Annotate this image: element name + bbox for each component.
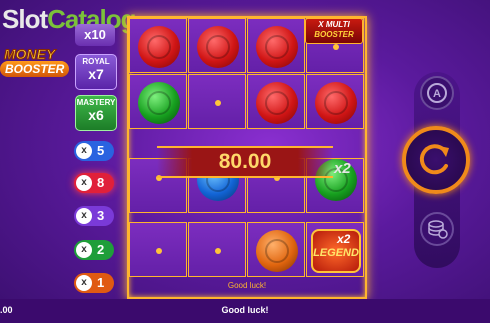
empty-dot: [215, 248, 221, 254]
multiplier-chip-x2: x 2: [74, 240, 114, 260]
svg-text:A: A: [433, 88, 441, 100]
legend-badge: x2 LEGEND: [311, 229, 361, 273]
orange-ball-symbol: [256, 230, 298, 272]
legend-mult: x2: [337, 232, 351, 246]
chip-x-icon: x: [76, 175, 92, 191]
logo-line1: MONEY: [3, 46, 56, 63]
mastery-value: x6: [88, 107, 104, 123]
win-multiplier: x2: [334, 160, 351, 177]
grid-message: Good luck!: [227, 281, 267, 290]
spin-button[interactable]: [402, 126, 470, 194]
empty-dot: [156, 248, 162, 254]
win-amount: 80.00: [218, 150, 272, 173]
win-amount-banner: 80.00: [157, 146, 333, 178]
red-ball-symbol: [197, 26, 239, 68]
grid-cell: [188, 222, 246, 277]
autoplay-icon: A: [427, 83, 447, 103]
status-message: Good luck!: [221, 305, 269, 315]
grid-cell: [129, 74, 187, 129]
red-ball-symbol: [315, 82, 357, 124]
chip-x-icon: x: [76, 242, 92, 258]
mastery-multiplier-plate: MASTERY x6: [75, 95, 117, 131]
green-ball-symbol: [138, 82, 180, 124]
grid-cell: x2 LEGEND: [306, 222, 364, 277]
grid-cell: [188, 74, 246, 129]
spin-icon: [419, 144, 449, 175]
coins-stack-icon: [428, 220, 448, 239]
red-ball-symbol: [256, 82, 298, 124]
multiplier-chip-x3: x 3: [74, 206, 114, 226]
game-logo: MONEY BOOSTER: [0, 44, 70, 90]
grid-cell: [129, 18, 187, 73]
empty-dot: [215, 100, 221, 106]
watermark: SlotCatalog: [2, 4, 136, 35]
multiplier-chip-x8: x 8: [74, 173, 114, 193]
royal-value: x7: [88, 66, 104, 82]
grid-cell: [247, 222, 305, 277]
booster-line2: BOOSTER: [314, 30, 354, 39]
multiplier-chip-x1: x 1: [74, 273, 114, 293]
empty-dot: [333, 44, 339, 50]
top-multiplier-value: x10: [84, 27, 106, 42]
booster-line1: X MULTI: [318, 20, 350, 29]
top-multiplier-plate: x10: [75, 24, 115, 46]
royal-multiplier-plate: ROYAL x7: [75, 54, 117, 90]
bet-button[interactable]: [420, 212, 454, 246]
grid-cell: [247, 18, 305, 73]
chip-x-icon: x: [76, 143, 92, 159]
red-ball-symbol: [256, 26, 298, 68]
logo-line2: BOOSTER: [0, 61, 70, 77]
legend-label: LEGEND: [313, 247, 359, 259]
chip-x-icon: x: [76, 275, 92, 291]
autoplay-button[interactable]: A: [420, 76, 454, 110]
multi-booster-badge: X MULTI BOOSTER: [305, 18, 363, 44]
mastery-title: MASTERY: [76, 98, 116, 107]
grid-cell: [247, 74, 305, 129]
chip-x-icon: x: [76, 208, 92, 224]
red-ball-symbol: [138, 26, 180, 68]
grid-cell: [188, 18, 246, 73]
royal-title: ROYAL: [82, 57, 110, 66]
watermark-part1: Slot: [2, 4, 48, 34]
grid-cell: [129, 222, 187, 277]
grid-cell: [306, 74, 364, 129]
multiplier-chip-x5: x 5: [74, 141, 114, 161]
